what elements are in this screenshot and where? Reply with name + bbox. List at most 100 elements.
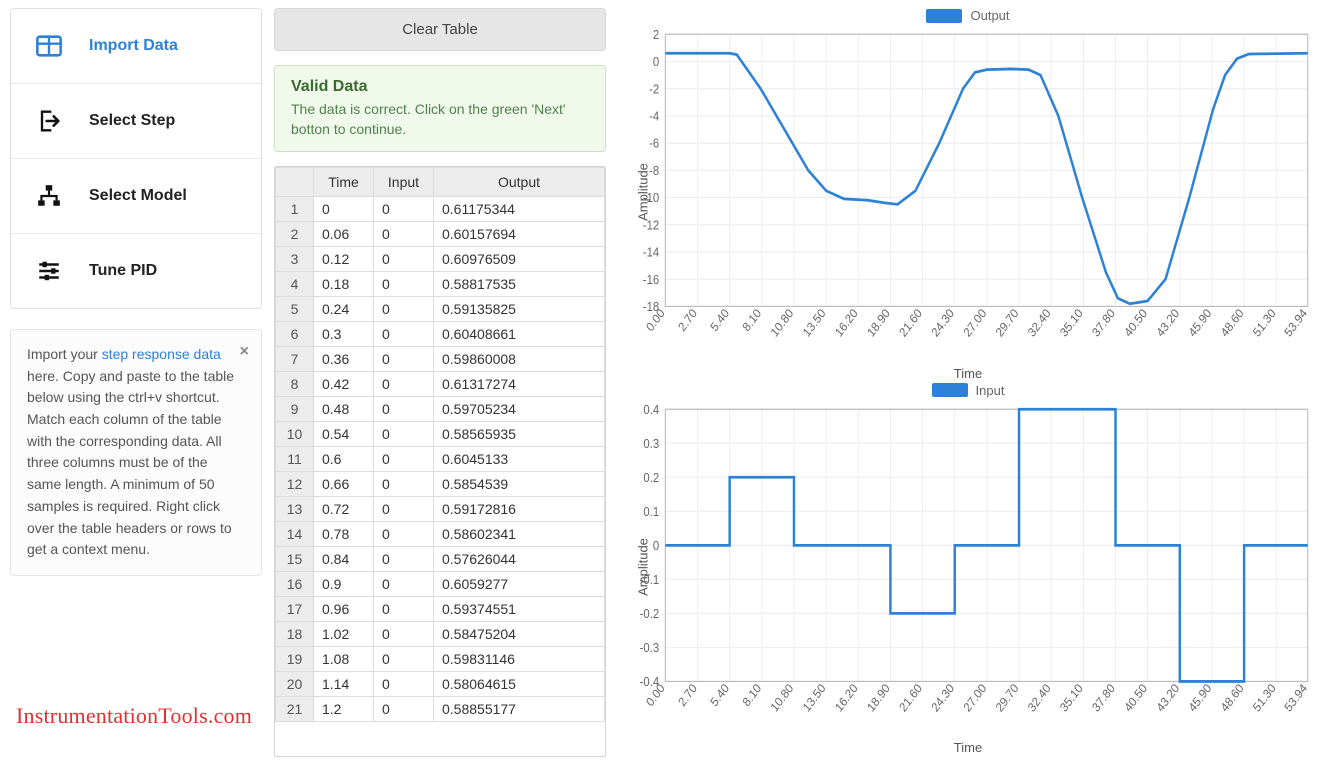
table-row[interactable]: 170.9600.59374551 <box>276 597 605 622</box>
table-row[interactable]: 160.900.6059277 <box>276 572 605 597</box>
rownum-cell[interactable]: 21 <box>276 697 314 722</box>
data-cell[interactable]: 0.6 <box>314 447 374 472</box>
rownum-cell[interactable]: 4 <box>276 272 314 297</box>
rownum-cell[interactable]: 2 <box>276 222 314 247</box>
table-row[interactable]: 80.4200.61317274 <box>276 372 605 397</box>
data-cell[interactable]: 0.58817535 <box>434 272 605 297</box>
rownum-cell[interactable]: 20 <box>276 672 314 697</box>
data-cell[interactable]: 0 <box>374 522 434 547</box>
rownum-cell[interactable]: 5 <box>276 297 314 322</box>
data-cell[interactable]: 0.58602341 <box>434 522 605 547</box>
data-cell[interactable]: 0.9 <box>314 572 374 597</box>
help-link[interactable]: step response data <box>102 346 221 362</box>
data-cell[interactable]: 0.18 <box>314 272 374 297</box>
data-cell[interactable]: 0.59172816 <box>434 497 605 522</box>
table-row[interactable]: 150.8400.57626044 <box>276 547 605 572</box>
data-cell[interactable]: 0.6045133 <box>434 447 605 472</box>
data-cell[interactable]: 0 <box>374 497 434 522</box>
data-cell[interactable]: 0 <box>374 197 434 222</box>
data-cell[interactable]: 1.02 <box>314 622 374 647</box>
table-row[interactable]: 201.1400.58064615 <box>276 672 605 697</box>
clear-table-button[interactable]: Clear Table <box>274 8 606 51</box>
data-cell[interactable]: 1.08 <box>314 647 374 672</box>
data-cell[interactable]: 0.06 <box>314 222 374 247</box>
data-cell[interactable]: 0.60976509 <box>434 247 605 272</box>
data-cell[interactable]: 0.59831146 <box>434 647 605 672</box>
data-cell[interactable]: 0 <box>374 622 434 647</box>
table-row[interactable]: 90.4800.59705234 <box>276 397 605 422</box>
table-row[interactable]: 130.7200.59172816 <box>276 497 605 522</box>
col-output[interactable]: Output <box>434 168 605 197</box>
rownum-cell[interactable]: 9 <box>276 397 314 422</box>
col-time[interactable]: Time <box>314 168 374 197</box>
rownum-cell[interactable]: 19 <box>276 647 314 672</box>
rownum-cell[interactable]: 14 <box>276 522 314 547</box>
data-cell[interactable]: 0.59374551 <box>434 597 605 622</box>
rownum-cell[interactable]: 6 <box>276 322 314 347</box>
rownum-cell[interactable]: 8 <box>276 372 314 397</box>
table-row[interactable]: 110.600.6045133 <box>276 447 605 472</box>
data-cell[interactable]: 0 <box>374 322 434 347</box>
data-cell[interactable]: 0.3 <box>314 322 374 347</box>
data-cell[interactable]: 0.59705234 <box>434 397 605 422</box>
table-row[interactable]: 50.2400.59135825 <box>276 297 605 322</box>
table-row[interactable]: 140.7800.58602341 <box>276 522 605 547</box>
data-cell[interactable]: 1.14 <box>314 672 374 697</box>
data-cell[interactable]: 0 <box>374 547 434 572</box>
rownum-cell[interactable]: 15 <box>276 547 314 572</box>
table-row[interactable]: 181.0200.58475204 <box>276 622 605 647</box>
data-cell[interactable]: 0.57626044 <box>434 547 605 572</box>
nav-item-select-step[interactable]: Select Step <box>11 84 261 159</box>
data-cell[interactable]: 0.58565935 <box>434 422 605 447</box>
table-row[interactable]: 70.3600.59860008 <box>276 347 605 372</box>
table-row[interactable]: 191.0800.59831146 <box>276 647 605 672</box>
col-input[interactable]: Input <box>374 168 434 197</box>
data-cell[interactable]: 0.60408661 <box>434 322 605 347</box>
table-row[interactable]: 211.200.58855177 <box>276 697 605 722</box>
data-cell[interactable]: 0 <box>374 572 434 597</box>
table-row[interactable]: 60.300.60408661 <box>276 322 605 347</box>
col-rownum[interactable] <box>276 168 314 197</box>
rownum-cell[interactable]: 1 <box>276 197 314 222</box>
data-cell[interactable]: 0 <box>374 647 434 672</box>
data-cell[interactable]: 0.59860008 <box>434 347 605 372</box>
table-row[interactable]: 20.0600.60157694 <box>276 222 605 247</box>
nav-item-import-data[interactable]: Import Data <box>11 9 261 84</box>
rownum-cell[interactable]: 18 <box>276 622 314 647</box>
table-row[interactable]: 100.5400.58565935 <box>276 422 605 447</box>
data-cell[interactable]: 0 <box>374 347 434 372</box>
data-cell[interactable]: 0.84 <box>314 547 374 572</box>
data-cell[interactable]: 0.12 <box>314 247 374 272</box>
data-cell[interactable]: 0 <box>374 297 434 322</box>
data-cell[interactable]: 0 <box>374 597 434 622</box>
data-cell[interactable]: 0 <box>374 247 434 272</box>
data-cell[interactable]: 0.72 <box>314 497 374 522</box>
data-cell[interactable]: 0 <box>374 372 434 397</box>
table-row[interactable]: 40.1800.58817535 <box>276 272 605 297</box>
data-cell[interactable]: 0 <box>374 397 434 422</box>
data-cell[interactable]: 0.58064615 <box>434 672 605 697</box>
data-cell[interactable]: 0 <box>374 472 434 497</box>
data-cell[interactable]: 0.78 <box>314 522 374 547</box>
close-icon[interactable]: × <box>240 340 249 365</box>
data-cell[interactable]: 0.6059277 <box>434 572 605 597</box>
rownum-cell[interactable]: 7 <box>276 347 314 372</box>
data-table[interactable]: TimeInputOutput 1000.6117534420.0600.601… <box>275 167 605 722</box>
table-row[interactable]: 120.6600.5854539 <box>276 472 605 497</box>
data-cell[interactable]: 0.36 <box>314 347 374 372</box>
data-cell[interactable]: 0.60157694 <box>434 222 605 247</box>
table-row[interactable]: 30.1200.60976509 <box>276 247 605 272</box>
rownum-cell[interactable]: 10 <box>276 422 314 447</box>
data-cell[interactable]: 0.61175344 <box>434 197 605 222</box>
data-cell[interactable]: 0 <box>374 672 434 697</box>
data-cell[interactable]: 0.24 <box>314 297 374 322</box>
data-table-container[interactable]: TimeInputOutput 1000.6117534420.0600.601… <box>274 166 606 757</box>
rownum-cell[interactable]: 11 <box>276 447 314 472</box>
data-cell[interactable]: 0.61317274 <box>434 372 605 397</box>
data-cell[interactable]: 0.42 <box>314 372 374 397</box>
rownum-cell[interactable]: 16 <box>276 572 314 597</box>
data-cell[interactable]: 0.58475204 <box>434 622 605 647</box>
data-cell[interactable]: 0.48 <box>314 397 374 422</box>
data-cell[interactable]: 0 <box>374 272 434 297</box>
rownum-cell[interactable]: 12 <box>276 472 314 497</box>
